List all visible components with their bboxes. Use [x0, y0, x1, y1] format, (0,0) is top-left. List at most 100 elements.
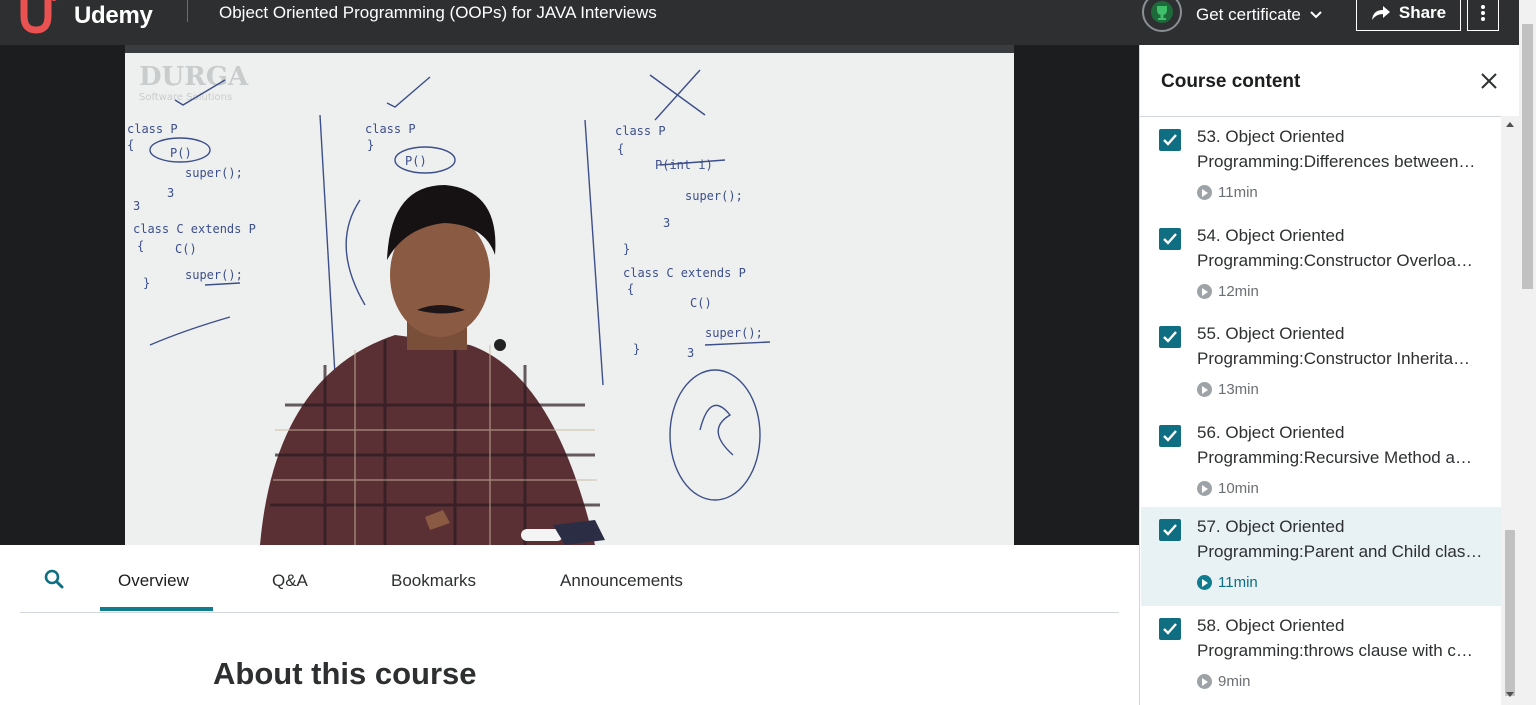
tab-bookmarks[interactable]: Bookmarks [391, 571, 476, 591]
svg-text:super();: super(); [705, 326, 763, 340]
course-tabs: Overview Q&A Bookmarks Announcements [20, 545, 1119, 613]
lesson-title-line1: 56. Object Oriented [1197, 423, 1345, 442]
completed-checkbox[interactable] [1159, 326, 1181, 348]
tab-overview[interactable]: Overview [118, 571, 189, 591]
watermark-title: DURGA [139, 62, 249, 92]
chevron-down-icon [1310, 11, 1322, 19]
more-vertical-icon [1481, 4, 1485, 21]
course-content-sidebar: Course content 53. Object Oriented Progra… [1139, 45, 1536, 705]
lesson-title-line2: Programming:Parent and Child clas… [1197, 542, 1483, 561]
trophy-icon [1142, 0, 1182, 32]
svg-text:{: { [617, 142, 624, 156]
share-label: Share [1398, 2, 1447, 22]
completed-checkbox[interactable] [1159, 425, 1181, 447]
svg-text:super();: super(); [685, 189, 743, 203]
play-circle-icon [1197, 382, 1212, 397]
sidebar-header: Course content [1140, 45, 1520, 117]
lesson-item[interactable]: 57. Object Oriented Programming:Parent an… [1141, 507, 1502, 606]
play-circle-icon [1197, 481, 1212, 496]
svg-text:}: } [367, 138, 374, 152]
svg-text:P(): P() [170, 146, 192, 160]
lesson-title-line2: Programming:Constructor Overloa… [1197, 251, 1473, 270]
get-certificate-label: Get certificate [1196, 5, 1301, 24]
lesson-duration-text: 12min [1218, 283, 1259, 300]
lesson-item[interactable]: 56. Object Oriented Programming:Recursive… [1141, 413, 1502, 512]
svg-text:class P: class P [127, 122, 178, 136]
page-scrollbar[interactable] [1519, 0, 1536, 705]
course-title[interactable]: Object Oriented Programming (OOPs) for J… [219, 3, 657, 23]
lesson-duration: 10min [1197, 480, 1259, 497]
svg-text:{: { [127, 138, 134, 152]
lesson-title-line1: 54. Object Oriented [1197, 226, 1345, 245]
svg-text:}: } [143, 276, 150, 290]
lesson-duration: 11min [1197, 184, 1258, 201]
lesson-duration-text: 10min [1218, 480, 1259, 497]
lesson-title-line2: Programming:Constructor Inherita… [1197, 349, 1471, 368]
udemy-logo-icon [20, 0, 57, 34]
lesson-title-line2: Programming:Differences between… [1197, 152, 1476, 171]
completed-checkbox[interactable] [1159, 129, 1181, 151]
svg-text:super();: super(); [185, 268, 243, 282]
get-certificate-button[interactable]: Get certificate [1142, 0, 1323, 32]
lesson-item[interactable]: 58. Object Oriented Programming:throws cl… [1141, 606, 1502, 705]
svg-text:{: { [137, 239, 144, 253]
lesson-duration: 13min [1197, 381, 1259, 398]
play-circle-icon [1197, 185, 1212, 200]
svg-text:{: { [627, 282, 634, 296]
active-tab-indicator [100, 607, 213, 611]
svg-text:P(): P() [405, 154, 427, 168]
sidebar-scrollbar[interactable] [1501, 116, 1519, 705]
top-header: Udemy Object Oriented Programming (OOPs)… [0, 0, 1536, 45]
lesson-title-line2: Programming:throws clause with c… [1197, 641, 1473, 660]
svg-text:class C extends P: class C extends P [133, 222, 256, 236]
lecture-video-still: DURGA Software Solutions class P {P()sup… [125, 45, 1014, 545]
svg-text:class C extends P: class C extends P [623, 266, 746, 280]
lesson-item[interactable]: 55. Object Oriented Programming:Construct… [1141, 314, 1502, 413]
scroll-down-arrow-icon[interactable] [1506, 692, 1514, 697]
header-divider [187, 0, 188, 22]
logo-text: Udemy [74, 2, 153, 29]
svg-text:3: 3 [133, 199, 140, 213]
play-circle-icon [1197, 674, 1212, 689]
lesson-title-line1: 53. Object Oriented [1197, 127, 1345, 146]
video-frame[interactable]: DURGA Software Solutions class P {P() su… [125, 45, 1014, 545]
scroll-up-arrow-icon[interactable] [1506, 122, 1514, 127]
more-options-button[interactable] [1467, 0, 1499, 31]
svg-text:class P: class P [615, 124, 666, 138]
page-scroll-thumb[interactable] [1522, 24, 1533, 289]
sidebar-title: Course content [1161, 71, 1301, 92]
close-icon[interactable] [1480, 72, 1498, 95]
share-button[interactable]: Share [1356, 0, 1461, 31]
lesson-title-line1: 55. Object Oriented [1197, 324, 1345, 343]
lesson-title-line1: 58. Object Oriented [1197, 616, 1345, 635]
svg-text:super();: super(); [185, 166, 243, 180]
about-heading: About this course [213, 656, 477, 691]
video-player[interactable]: DURGA Software Solutions class P {P() su… [0, 45, 1139, 545]
sidebar-scroll-thumb[interactable] [1505, 530, 1515, 696]
play-circle-icon [1197, 575, 1212, 590]
lesson-duration-text: 11min [1218, 184, 1258, 201]
share-arrow-icon [1371, 5, 1390, 20]
completed-checkbox[interactable] [1159, 228, 1181, 250]
svg-text:C(): C() [690, 296, 712, 310]
lesson-duration: 9min [1197, 673, 1251, 690]
lesson-item[interactable]: 53. Object Oriented Programming:Differenc… [1141, 117, 1502, 216]
lesson-title-line1: 57. Object Oriented [1197, 517, 1345, 536]
lesson-duration-text: 11min [1218, 574, 1258, 591]
lesson-item[interactable]: 54. Object Oriented Programming:Construct… [1141, 216, 1502, 315]
svg-text:3: 3 [687, 346, 694, 360]
lesson-title-line2: Programming:Recursive Method a… [1197, 448, 1472, 467]
lesson-duration: 11min [1197, 574, 1258, 591]
watermark-sub: Software Solutions [139, 92, 232, 103]
udemy-logo[interactable]: Udemy [18, 0, 153, 36]
search-icon[interactable] [44, 569, 64, 594]
tab-announcements[interactable]: Announcements [560, 571, 683, 591]
tab-qa[interactable]: Q&A [272, 571, 308, 591]
svg-text:C(): C() [175, 242, 197, 256]
completed-checkbox[interactable] [1159, 519, 1181, 541]
completed-checkbox[interactable] [1159, 618, 1181, 640]
lesson-duration-text: 9min [1218, 673, 1251, 690]
lesson-duration-text: 13min [1218, 381, 1259, 398]
svg-text:3: 3 [663, 216, 670, 230]
svg-text:class P: class P [365, 122, 416, 136]
